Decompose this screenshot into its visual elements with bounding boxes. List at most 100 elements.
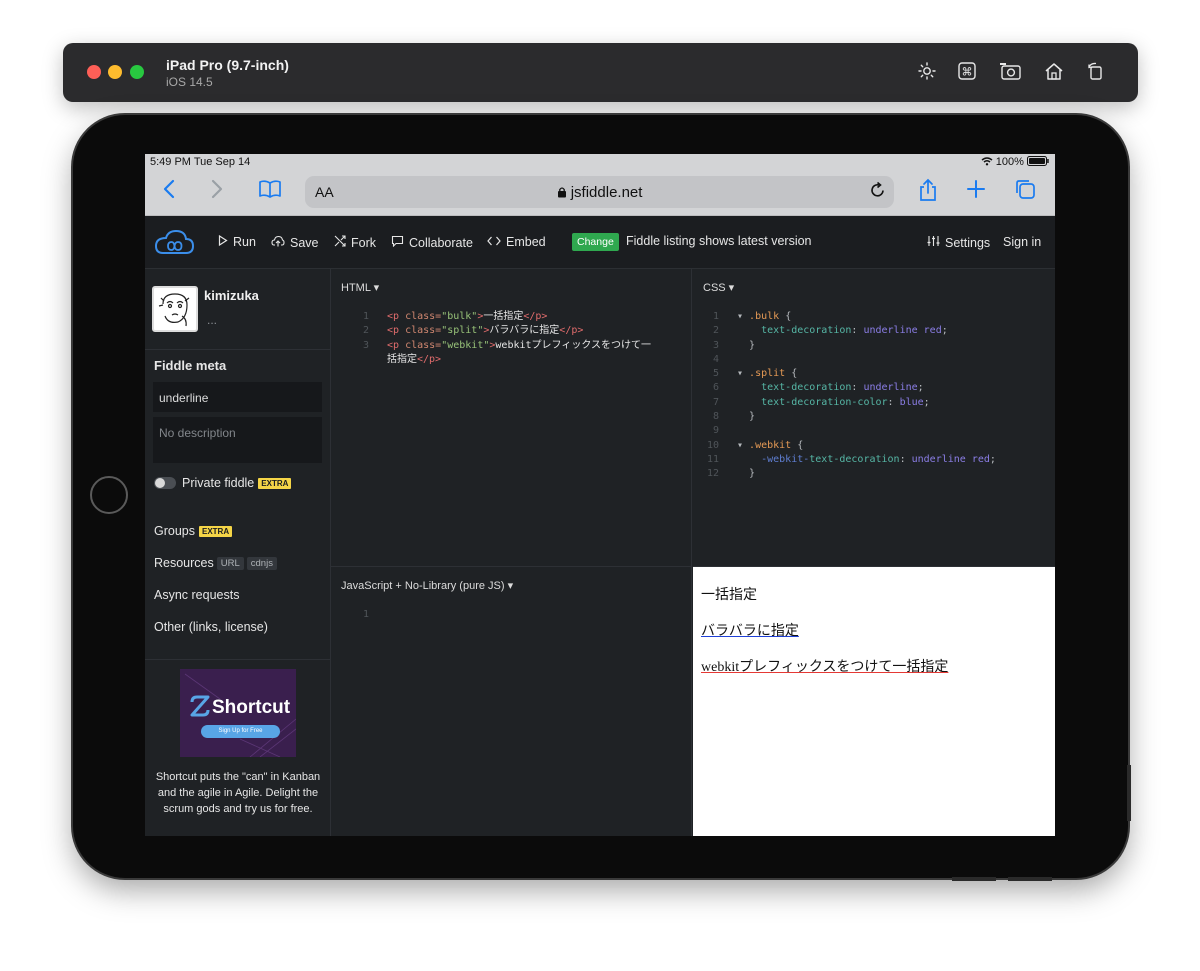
sign-up-button[interactable]: Sign Up for Free: [201, 725, 280, 738]
username[interactable]: kimizuka: [204, 288, 259, 303]
safari-toolbar: AA jsfiddle.net: [145, 170, 1055, 216]
simulator-toolbar: iPad Pro (9.7-inch) iOS 14.5 ⌘: [63, 43, 1138, 102]
minimize-window-button[interactable]: [108, 65, 122, 79]
home-icon[interactable]: [1043, 61, 1065, 83]
extra-badge: EXTRA: [258, 478, 292, 490]
battery-icon: [1027, 156, 1049, 168]
address-bar[interactable]: AA jsfiddle.net: [305, 176, 894, 208]
reload-icon[interactable]: [870, 181, 886, 204]
status-time: 5:49 PM Tue Sep 14: [150, 156, 251, 168]
sidebar-divider: [145, 659, 331, 660]
html-panel-label[interactable]: HTML ▾: [341, 281, 379, 294]
close-window-button[interactable]: [87, 65, 101, 79]
url-display[interactable]: jsfiddle.net: [305, 184, 894, 201]
sidebar-item-resources[interactable]: Resources URL cdnjs: [154, 556, 277, 571]
js-panel-label[interactable]: JavaScript + No-Library (pure JS) ▾: [341, 579, 513, 592]
collaborate-button[interactable]: Collaborate: [391, 235, 473, 250]
rotate-icon[interactable]: [1085, 61, 1107, 83]
sidebar-item-groups[interactable]: Groups EXTRA: [154, 524, 233, 538]
listing-note: Fiddle listing shows latest version: [626, 234, 812, 248]
ipad-screen: 5:49 PM Tue Sep 14 100% AA jsfiddle.net …: [145, 154, 1055, 836]
shortcut-brand: Shortcut: [212, 697, 291, 718]
code-line: 2 <p class="split">バラバラに指定</p>: [362, 325, 584, 337]
settings-button[interactable]: Settings: [927, 235, 990, 250]
js-editor-panel[interactable]: JavaScript + No-Library (pure JS) ▾ 1: [331, 567, 692, 836]
sidebar-item-async[interactable]: Async requests: [154, 588, 239, 602]
fork-button[interactable]: Fork: [334, 235, 376, 250]
status-battery: 100%: [981, 156, 1049, 168]
css-panel-label[interactable]: CSS ▾: [703, 281, 734, 294]
battery-percent: 100%: [995, 156, 1024, 168]
code-line: 2 text-decoration: underline red;: [712, 325, 948, 337]
code-line: 5 ▾ .split {: [712, 368, 798, 380]
svg-text:⌘: ⌘: [962, 66, 973, 79]
save-button[interactable]: Save: [271, 235, 319, 250]
zoom-window-button[interactable]: [130, 65, 144, 79]
fiddle-description-input[interactable]: No description: [153, 417, 322, 463]
code-line: 11 -webkit-text-decoration: underline re…: [706, 453, 996, 465]
os-version: iOS 14.5: [166, 75, 213, 89]
sign-in-link[interactable]: Sign in: [1003, 235, 1041, 249]
html-editor-panel[interactable]: HTML ▾ 1 <p class="bulk">一括指定</p> 2 <p cla…: [331, 269, 692, 567]
js-code[interactable]: 1: [351, 608, 387, 622]
code-brackets-icon: [487, 235, 501, 249]
code-line: 6 text-decoration: underline;: [712, 382, 924, 394]
back-button[interactable]: [155, 178, 183, 206]
chat-bubble-icon: [391, 235, 404, 250]
css-editor-panel[interactable]: CSS ▾ 1 ▾ .bulk { 2 text-decoration: unde…: [693, 269, 1055, 567]
device-name: iPad Pro (9.7-inch): [166, 57, 289, 73]
new-tab-icon[interactable]: [962, 178, 990, 206]
bookmarks-icon[interactable]: [256, 178, 284, 206]
resources-cdnjs-pill[interactable]: cdnjs: [246, 557, 277, 571]
extra-badge: EXTRA: [199, 526, 233, 538]
sliders-icon: [927, 235, 940, 250]
fiddle-sidebar: kimizuka ... Fiddle meta underline No de…: [145, 269, 331, 836]
code-line: 1 ▾ .bulk {: [712, 311, 792, 322]
home-button[interactable]: [90, 476, 128, 514]
forward-button[interactable]: [203, 178, 231, 206]
jsfiddle-header: Run Save Fork Collaborate Embed Change F…: [145, 216, 1055, 269]
fork-label: Fork: [351, 236, 376, 250]
bottom-button-left[interactable]: [952, 877, 996, 881]
code-line: 3 <p class="webkit">webkitプレフィックスをつけて一: [362, 339, 652, 351]
sidebar-item-other[interactable]: Other (links, license): [154, 620, 268, 634]
fiddle-title-input[interactable]: underline: [153, 382, 322, 412]
change-badge[interactable]: Change: [572, 233, 619, 251]
sponsor-ad-text[interactable]: Shortcut puts the "can" in Kanban and th…: [153, 769, 323, 817]
screenshot-icon[interactable]: [999, 61, 1021, 83]
sponsor-ad-image[interactable]: Shortcut Sign Up for Free: [180, 669, 296, 757]
command-icon[interactable]: ⌘: [956, 61, 978, 83]
sidebar-divider: [145, 349, 331, 350]
private-fiddle-toggle[interactable]: [154, 477, 176, 489]
avatar[interactable]: [152, 286, 198, 332]
run-button[interactable]: Run: [218, 234, 256, 249]
resources-url-pill[interactable]: URL: [216, 557, 244, 571]
settings-label: Settings: [945, 236, 991, 250]
jsfiddle-logo-icon[interactable]: [153, 228, 195, 256]
code-line: 8 }: [712, 411, 756, 423]
volume-button[interactable]: [1127, 765, 1131, 821]
code-line: 1 <p class="bulk">一括指定</p>: [362, 311, 548, 322]
result-split-text: バラバラに指定: [701, 624, 799, 639]
status-bar: 5:49 PM Tue Sep 14 100%: [145, 154, 1055, 170]
result-panel[interactable]: 一括指定 バラバラに指定 webkitプレフィックスをつけて一括指定: [693, 567, 1055, 836]
code-line: 3 }: [712, 339, 756, 351]
code-line: 9: [712, 425, 719, 437]
share-icon[interactable]: [914, 178, 942, 206]
user-details-ellipsis: ...: [207, 313, 218, 327]
url-domain: jsfiddle.net: [570, 184, 643, 201]
code-line: 12 }: [706, 468, 756, 480]
embed-button[interactable]: Embed: [487, 235, 546, 249]
code-line: 7 text-decoration-color: blue;: [712, 396, 930, 408]
save-label: Save: [290, 236, 319, 250]
bottom-button-right[interactable]: [1008, 877, 1052, 881]
code-line: 4: [712, 353, 719, 365]
groups-label: Groups: [154, 524, 195, 538]
tabs-overview-icon[interactable]: [1011, 178, 1039, 206]
html-code[interactable]: 1 <p class="bulk">一括指定</p> 2 <p class="spl…: [351, 310, 651, 367]
css-code[interactable]: 1 ▾ .bulk { 2 text-decoration: underline …: [701, 310, 996, 482]
fiddle-meta-heading: Fiddle meta: [154, 358, 227, 373]
code-line: 10 ▾ .webkit {: [706, 439, 804, 451]
lock-icon: [557, 184, 571, 201]
brightness-icon[interactable]: [916, 61, 938, 83]
